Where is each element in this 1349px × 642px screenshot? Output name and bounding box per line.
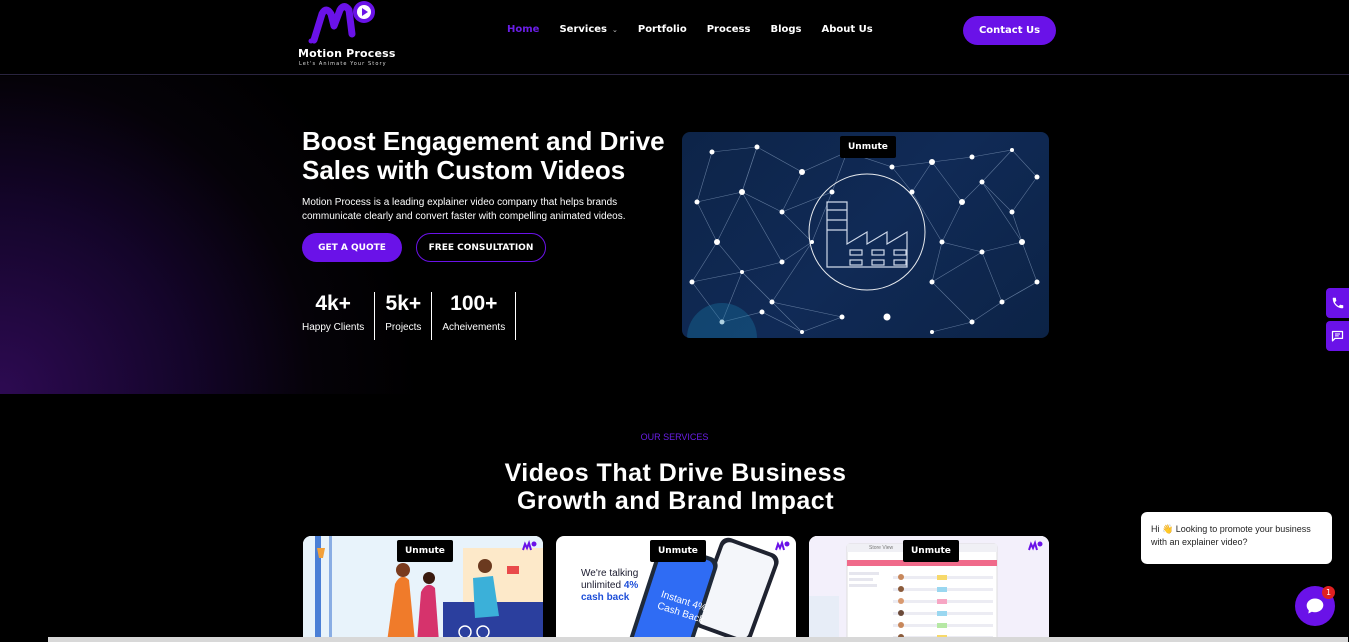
nav-item-label: Portfolio (637, 24, 687, 35)
stat-value: 100+ (450, 292, 498, 315)
nav-item-home[interactable]: Home (507, 24, 539, 35)
network-factory-illustration (687, 144, 1040, 338)
brand-logo[interactable]: Motion Process Let's Animate Your Story (298, 0, 395, 70)
unmute-button[interactable]: Unmute (903, 540, 959, 562)
hero-description: Motion Process is a leading explainer vi… (302, 197, 626, 222)
brand-mini-logo-icon (522, 540, 537, 551)
site-header: Motion Process Let's Animate Your Story … (0, 0, 1349, 75)
service-card-2[interactable]: We're talking unlimited 4% cash back Ins… (556, 536, 796, 642)
services-title: Videos That Drive Business Growth and Br… (0, 459, 1349, 515)
phone-call-button[interactable] (1326, 288, 1349, 318)
notification-badge: 1 (1322, 586, 1335, 599)
bottom-scrollbar[interactable] (48, 637, 1348, 642)
contact-us-button[interactable]: Contact Us (963, 16, 1056, 45)
stat-label: Acheivements (442, 322, 506, 333)
chat-bubble-icon (1331, 330, 1344, 341)
nav-item-label: Home (507, 24, 540, 35)
stat-value: 4k+ (315, 292, 351, 315)
nav-item-blogs[interactable]: Blogs (770, 24, 801, 35)
hero-stats: 4k+ Happy Clients 5k+ Projects 100+ Ache… (302, 292, 517, 340)
service-card-1[interactable]: Unmute (303, 536, 543, 642)
logo-mark-icon (308, 1, 375, 44)
nav-item-portfolio[interactable]: Portfolio (638, 24, 687, 35)
stat-label: Projects (385, 322, 422, 333)
brand-mini-logo-icon (1028, 540, 1043, 551)
unmute-button[interactable]: Unmute (397, 540, 453, 562)
services-title-line-1: Videos That Drive Business (504, 459, 847, 487)
brand-name: Motion Process (298, 47, 396, 60)
services-title-line-2: Growth and Brand Impact (516, 487, 835, 515)
nav-item-about-us[interactable]: About Us (822, 24, 873, 35)
unmute-button[interactable]: Unmute (650, 540, 706, 562)
stat-achievements: 100+ Acheivements (442, 292, 517, 340)
nav-item-label: About Us (821, 24, 873, 35)
main-nav: Home Services ⌄ Portfolio Process Blogs A… (507, 24, 893, 35)
hero-section (0, 76, 1349, 394)
get-a-quote-button[interactable]: GET A QUOTE (302, 233, 402, 262)
service-card-3[interactable]: Store View Unmute (809, 536, 1049, 642)
hero-title: Boost Engagement and Drive Sales with Cu… (302, 126, 665, 185)
phone-icon (1332, 297, 1343, 309)
brand-mini-logo-icon (775, 540, 790, 551)
chevron-down-icon: ⌄ (611, 25, 618, 34)
chat-greeting-bubble[interactable]: Hi 👋 Looking to promote your business wi… (1141, 512, 1332, 564)
stat-projects: 5k+ Projects (385, 292, 433, 340)
nav-item-label: Services (559, 24, 607, 35)
unmute-button[interactable]: Unmute (840, 136, 896, 158)
services-eyebrow: OUR SERVICES (640, 432, 709, 442)
nav-item-label: Blogs (770, 24, 802, 35)
stat-label: Happy Clients (302, 322, 365, 333)
nav-item-label: Process (706, 24, 751, 35)
free-consultation-button[interactable]: FREE CONSULTATION (416, 233, 546, 262)
brand-tagline: Let's Animate Your Story (299, 61, 387, 67)
hero-video-player[interactable]: Unmute (682, 132, 1049, 338)
nav-item-process[interactable]: Process (707, 24, 751, 35)
stat-happy-clients: 4k+ Happy Clients (302, 292, 376, 340)
stat-value: 5k+ (385, 292, 422, 315)
app-title: Store View (869, 545, 894, 551)
live-chat-side-button[interactable] (1326, 321, 1349, 351)
nav-item-services[interactable]: Services ⌄ (559, 24, 617, 35)
chat-icon (1306, 598, 1324, 614)
